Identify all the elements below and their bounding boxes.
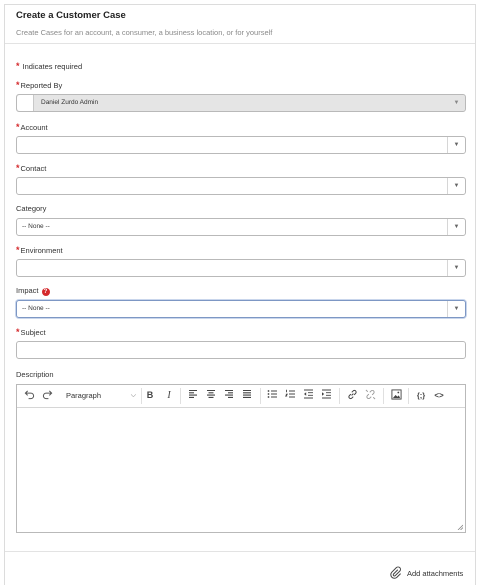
resize-handle-icon[interactable]	[457, 524, 463, 530]
chevron-down-icon[interactable]: ▼	[447, 178, 465, 194]
chevron-down-icon[interactable]: ▼	[447, 219, 465, 235]
align-justify-icon[interactable]	[241, 389, 253, 402]
italic-icon[interactable]: I	[164, 389, 174, 402]
toolbar-divider	[339, 388, 340, 404]
contact-label-text: Contact	[20, 164, 47, 173]
description-rich-text-editor[interactable]: Paragraph ⌵ B I {;} <>	[16, 384, 466, 533]
paperclip-icon	[390, 566, 401, 579]
reported-by-label: *Reported By	[16, 80, 62, 90]
environment-label-text: Environment	[20, 246, 63, 255]
environment-label: *Environment	[16, 245, 63, 255]
page-title: Create a Customer Case	[16, 10, 126, 21]
toolbar-divider	[383, 388, 384, 404]
required-asterisk: *	[16, 163, 20, 173]
align-right-icon[interactable]	[223, 389, 235, 402]
impact-label: Impact?	[16, 286, 50, 296]
bulleted-list-icon[interactable]	[266, 389, 278, 402]
required-asterisk: *	[16, 327, 20, 337]
chevron-down-icon: ⌵	[130, 392, 136, 399]
toolbar-divider	[408, 388, 409, 404]
help-icon[interactable]: ?	[41, 288, 50, 296]
indent-icon[interactable]	[320, 389, 332, 402]
category-select[interactable]: -- None -- ▼	[16, 218, 466, 236]
undo-icon[interactable]	[23, 389, 35, 402]
required-legend: * Indicates required	[16, 61, 82, 71]
impact-value: -- None --	[22, 305, 50, 312]
editor-toolbar: Paragraph ⌵ B I {;} <>	[17, 385, 465, 408]
contact-lookup[interactable]: ▼	[16, 177, 466, 195]
redo-icon[interactable]	[41, 389, 53, 402]
footer-divider	[5, 551, 475, 552]
bold-icon[interactable]: B	[145, 389, 155, 402]
chevron-down-icon[interactable]: ▼	[447, 301, 465, 317]
account-label: *Account	[16, 122, 48, 132]
form-header: Create a Customer Case Create Cases for …	[5, 5, 475, 44]
add-attachments-label: Add attachments	[407, 569, 464, 578]
category-value: -- None --	[22, 223, 50, 230]
link-icon[interactable]	[346, 389, 358, 402]
chevron-down-icon[interactable]: ▼	[447, 260, 465, 276]
outdent-icon[interactable]	[302, 389, 314, 402]
chevron-down-icon[interactable]: ▼	[447, 137, 465, 153]
case-form-panel: Create a Customer Case Create Cases for …	[4, 4, 476, 585]
toolbar-divider	[141, 388, 142, 404]
subject-label-text: Subject	[20, 328, 46, 337]
environment-select[interactable]: ▼	[16, 259, 466, 277]
contact-label: *Contact	[16, 163, 46, 173]
reported-by-value: Daniel Zurdo Admin	[41, 99, 99, 106]
toolbar-divider	[260, 388, 261, 404]
image-icon[interactable]	[390, 389, 402, 402]
category-label: Category	[16, 204, 47, 213]
add-attachments-button[interactable]: Add attachments	[389, 566, 463, 579]
unlink-icon[interactable]	[364, 389, 376, 402]
subject-label: *Subject	[16, 327, 46, 337]
editor-content-area[interactable]	[17, 408, 465, 532]
block-format-value: Paragraph	[66, 391, 102, 400]
required-asterisk: *	[16, 245, 20, 255]
reported-by-field: Daniel Zurdo Admin ▼	[16, 94, 466, 112]
numbered-list-icon[interactable]	[284, 389, 296, 402]
block-format-select[interactable]: Paragraph ⌵	[66, 387, 140, 404]
impact-label-text: Impact	[16, 286, 39, 295]
reported-by-icon-slot	[17, 95, 34, 111]
source-code-icon[interactable]: <>	[432, 389, 446, 402]
required-asterisk: *	[16, 80, 20, 90]
code-snippet-icon[interactable]: {;}	[414, 389, 428, 402]
reported-by-label-text: Reported By	[20, 81, 63, 90]
account-lookup[interactable]: ▼	[16, 136, 466, 154]
required-asterisk: *	[16, 61, 20, 71]
subject-input[interactable]	[16, 341, 466, 359]
required-asterisk: *	[16, 122, 20, 132]
description-label: Description	[16, 370, 54, 379]
required-legend-text: Indicates required	[22, 62, 83, 71]
account-label-text: Account	[20, 123, 48, 132]
toolbar-divider	[180, 388, 181, 404]
align-left-icon[interactable]	[187, 389, 199, 402]
page-subtitle: Create Cases for an account, a consumer,…	[16, 28, 273, 37]
impact-select[interactable]: -- None -- ▼	[16, 300, 466, 318]
align-center-icon[interactable]	[205, 389, 217, 402]
chevron-down-icon: ▼	[453, 100, 460, 106]
